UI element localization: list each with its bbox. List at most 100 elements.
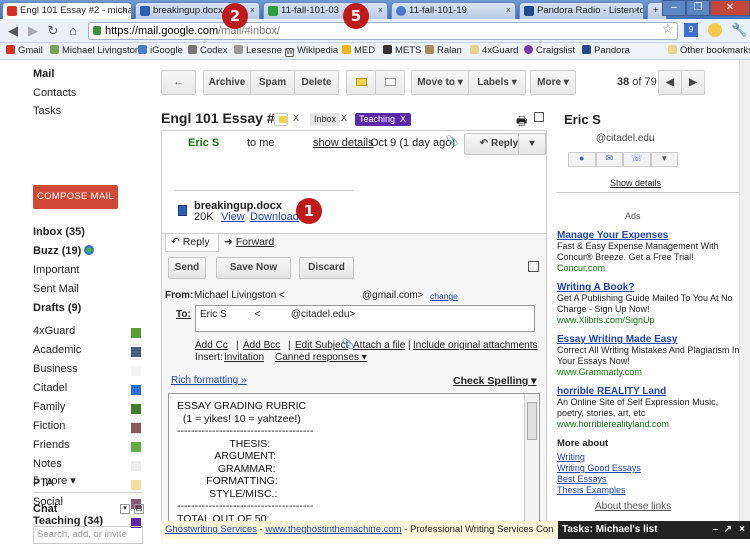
minimize-button[interactable]: – <box>662 0 686 16</box>
show-details-link[interactable]: show details <box>313 137 374 149</box>
label-color-swatch[interactable] <box>131 480 141 490</box>
home-icon[interactable]: ⌂ <box>64 22 82 40</box>
bookmark-wikipedia[interactable]: W Wikipedia <box>285 43 338 59</box>
message-body-textarea[interactable]: ESSAY GRADING RUBRIC (1 = yikes! 10 = ya… <box>168 393 540 525</box>
page-scrollbar[interactable] <box>739 60 750 521</box>
forward-arrow-icon[interactable]: ▶ <box>24 22 42 40</box>
ad-4[interactable]: horrible REALITY Land An Online Site of … <box>557 386 741 429</box>
tasks-link[interactable]: Tasks <box>33 105 61 117</box>
add-cc-link[interactable]: Add Cc <box>195 340 228 351</box>
label-color-swatch[interactable] <box>131 442 141 452</box>
bookmark-pandora[interactable]: Pandora <box>582 43 630 59</box>
scrollbar-thumb[interactable] <box>527 402 537 440</box>
maximize-button[interactable]: ❐ <box>686 0 710 16</box>
remove-label-x[interactable]: X <box>293 113 299 123</box>
footer-url-link[interactable]: www.theghostinthemachine.com <box>265 524 401 535</box>
popout-arrow-icon[interactable]: ↗ <box>724 521 732 539</box>
close-icon[interactable]: × <box>122 3 127 18</box>
sidebar-label-item[interactable]: Notes <box>33 458 62 470</box>
view-attachment-link[interactable]: View <box>221 211 245 223</box>
bookmark-gmail[interactable]: Gmail <box>6 43 43 59</box>
labels-button[interactable]: Labels ▾ <box>468 70 526 95</box>
label-color-swatch[interactable] <box>131 347 141 357</box>
bookmark-igoogle[interactable]: iGoogle <box>138 43 183 59</box>
back-to-inbox-button[interactable]: ← <box>161 70 196 95</box>
reply-options-button[interactable]: ▾ <box>518 133 546 155</box>
popout-icon[interactable] <box>528 261 539 272</box>
send-button[interactable]: Send <box>168 257 206 279</box>
url-input[interactable]: https://mail.google.com/mail/#inbox/ <box>88 22 678 40</box>
close-icon[interactable]: × <box>378 3 383 18</box>
back-arrow-icon[interactable]: ◀ <box>4 22 22 40</box>
add-bcc-link[interactable]: Add Bcc <box>243 340 280 351</box>
to-field[interactable]: Eric S < @citadel.edu> <box>195 305 535 332</box>
chat-search-input[interactable]: Search, add, or invite <box>33 526 143 544</box>
bookmark-star-icon[interactable]: ☆ <box>662 21 674 37</box>
label-color-swatch[interactable] <box>131 328 141 338</box>
download-attachment-link[interactable]: Download <box>250 211 299 223</box>
bookmark-other[interactable]: Other bookmarks <box>668 43 750 59</box>
close-icon[interactable]: × <box>506 3 511 18</box>
delete-button[interactable]: Delete <box>294 70 339 95</box>
ad-3[interactable]: Essay Writing Made Easy Correct All Writ… <box>557 334 741 377</box>
bookmark-michael-livingston[interactable]: Michael Livingston <box>50 43 140 59</box>
mark-important-button[interactable] <box>346 70 376 95</box>
sidebar-label-item[interactable]: Business <box>33 363 78 375</box>
wrench-icon[interactable]: 🔧 <box>731 22 747 38</box>
chat-bubble-icon[interactable]: ● <box>568 152 596 167</box>
edit-subject-link[interactable]: Edit Subject <box>295 340 348 351</box>
more-labels-link[interactable]: 5 more ▾ <box>33 474 76 487</box>
sidebar-item-sent[interactable]: Sent Mail <box>33 283 79 295</box>
sidebar-label-item[interactable]: Family <box>33 401 65 413</box>
mail-icon[interactable]: ✉ <box>595 152 623 167</box>
tab-gmail[interactable]: Engl 101 Essay #2 - micha × <box>2 2 132 20</box>
more-actions-button[interactable]: More ▾ <box>530 70 576 95</box>
bookmark-mets[interactable]: METS <box>383 43 421 59</box>
to-label[interactable]: To: <box>176 309 191 320</box>
sidebar-label-item[interactable]: Friends <box>33 439 70 451</box>
related-link[interactable]: Writing Good Essays <box>557 463 641 474</box>
attach-file-link[interactable]: Attach a file <box>353 340 405 351</box>
close-icon[interactable]: × <box>634 3 639 18</box>
new-window-icon[interactable] <box>534 112 544 122</box>
label-color-swatch[interactable] <box>131 423 141 433</box>
footer-ad-link[interactable]: Ghostwriting Services <box>165 524 257 535</box>
phone-icon[interactable]: ☏ <box>623 152 651 167</box>
archive-button[interactable]: Archive <box>203 70 251 95</box>
sidebar-item-buzz[interactable]: Buzz (19) <box>33 245 95 257</box>
ad-2[interactable]: Writing A Book? Get A Publishing Guide M… <box>557 282 741 325</box>
rich-formatting-link[interactable]: Rich formatting » <box>171 375 247 386</box>
sidebar-label-item[interactable]: Academic <box>33 344 81 356</box>
teaching-label-chip[interactable]: Teaching X <box>355 113 411 126</box>
label-color-swatch[interactable] <box>131 385 141 395</box>
chat-popout-icon[interactable]: ⊟ <box>134 504 144 514</box>
window-close-button[interactable]: ✕ <box>710 0 750 16</box>
tab-reply[interactable]: ↶ Reply <box>165 234 219 252</box>
tab-pandora[interactable]: Pandora Radio - Listen to × <box>519 2 644 19</box>
tab-forward[interactable]: ➜ Forward <box>224 236 274 248</box>
about-links-link[interactable]: About these links <box>595 501 671 512</box>
minimize-icon[interactable]: – <box>712 521 718 539</box>
reload-icon[interactable]: ↻ <box>44 22 62 40</box>
label-color-swatch[interactable] <box>131 461 141 471</box>
bookmark-craigslist[interactable]: Craigslist <box>524 43 575 59</box>
sidebar-item-inbox[interactable]: Inbox (35) <box>33 226 85 238</box>
canned-responses-menu[interactable]: Canned responses ▾ <box>275 352 367 363</box>
ad-1[interactable]: Manage Your Expenses Fast & Easy Expense… <box>557 230 741 273</box>
spam-button[interactable]: Spam <box>250 70 295 95</box>
mail-link[interactable]: Mail <box>33 68 54 80</box>
chat-options-icon[interactable]: ▾ <box>120 504 130 514</box>
tab-spreadsheet-03[interactable]: 11-fall-101-03 × <box>263 2 388 19</box>
show-details-contact-link[interactable]: Show details <box>610 178 661 188</box>
sidebar-label-item[interactable]: Fiction <box>33 420 65 432</box>
tab-spreadsheet-19[interactable]: 11-fall-101-19 × <box>391 2 516 19</box>
contacts-link[interactable]: Contacts <box>33 87 76 99</box>
calendar-extension-icon[interactable]: 9 <box>684 23 698 37</box>
bookmark-4xguard[interactable]: 4xGuard <box>470 43 518 59</box>
bookmark-ralan[interactable]: Ralan <box>425 43 462 59</box>
mark-unimportant-button[interactable] <box>375 70 405 95</box>
inbox-label-chip[interactable]: Inbox <box>310 113 341 126</box>
sidebar-label-item[interactable]: 4xGuard <box>33 325 75 337</box>
invitation-link[interactable]: Invitation <box>224 352 264 363</box>
body-scrollbar[interactable] <box>524 394 539 524</box>
